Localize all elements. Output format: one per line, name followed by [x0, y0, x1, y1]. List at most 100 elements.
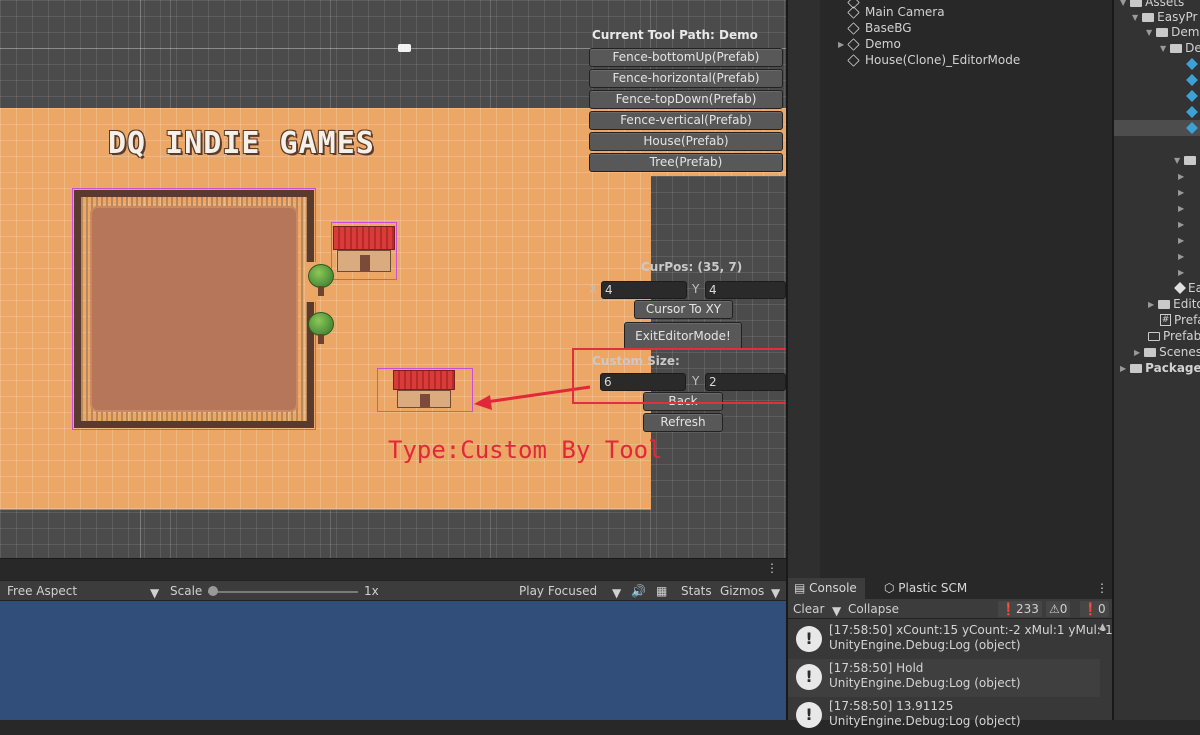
y-label: Y — [692, 282, 700, 296]
warning-count: 0 — [1059, 602, 1068, 616]
clear-button[interactable]: Clear — [793, 602, 824, 616]
expand-arrow-icon[interactable]: ▼ — [1132, 13, 1138, 22]
keyboard-shortcuts-icon[interactable]: ▦ — [656, 584, 667, 598]
project-folder-prefab[interactable]: Prefab — [1148, 328, 1200, 344]
expand-arrow-icon[interactable]: ▶ — [1178, 236, 1184, 245]
expand-arrow-icon[interactable]: ▶ — [1178, 204, 1184, 213]
mute-audio-icon[interactable]: 🔊 — [631, 584, 646, 598]
project-sprite-item[interactable]: ▶ — [1178, 264, 1188, 280]
project-folder-dem[interactable]: ▼ Dem — [1146, 24, 1199, 40]
project-script-prefa[interactable]: #Prefa — [1160, 312, 1200, 328]
project-sprite-item[interactable]: ▶ — [1178, 184, 1188, 200]
project-folder-de[interactable]: ▼ De — [1160, 40, 1200, 56]
hierarchy-item-basebg[interactable]: BaseBG — [847, 20, 912, 36]
tab-label: Plastic SCM — [898, 581, 968, 595]
project-sprite-item[interactable]: ▶ — [1178, 248, 1188, 264]
project-sprite-item[interactable]: ▶ — [1178, 200, 1188, 216]
game-view[interactable] — [0, 601, 786, 720]
play-mode-arrow-icon[interactable]: ▼ — [612, 586, 621, 600]
folder-icon — [1144, 347, 1157, 357]
exit-editor-mode-button[interactable]: ExitEditorMode! — [624, 322, 742, 350]
console-panel: ▤ Console ⬡ Plastic SCM ⋮ Clear ▼ Collap… — [786, 578, 1114, 728]
warning-count-badge[interactable]: ⚠0 — [1046, 601, 1071, 617]
play-mode-dropdown[interactable]: Play Focused — [519, 584, 597, 598]
prefab-button-tree[interactable]: Tree(Prefab) — [589, 153, 783, 172]
prefab-button-fence-vertical[interactable]: Fence-vertical(Prefab) — [589, 111, 783, 130]
log-entry[interactable]: ! [17:58:50] 13.91125 UnityEngine.Debug:L… — [788, 697, 1100, 735]
info-icon: ❗ — [1001, 602, 1016, 616]
expand-arrow-icon[interactable]: ▶ — [1178, 220, 1184, 229]
prefab-icon — [1186, 106, 1198, 118]
project-folder-scenes[interactable]: ▶ Scenes — [1134, 344, 1200, 360]
log-source: UnityEngine.Debug:Log (object) — [829, 714, 1021, 728]
tab-console[interactable]: ▤ Console — [788, 578, 865, 599]
scroll-up-arrow-icon[interactable]: ▲ — [1099, 622, 1106, 632]
scale-slider-track[interactable] — [208, 591, 358, 593]
project-prefab-item[interactable] — [1186, 56, 1200, 72]
project-prefab-item[interactable] — [1186, 104, 1200, 120]
aspect-dropdown[interactable]: Free Aspect — [7, 584, 77, 598]
project-panel: ▼ Assets ▼ EasyPr ▼ Dem ▼ De ▼Pi ▶ ▶ ▶ ▶ ▶ ▶… — [1112, 0, 1200, 720]
stats-button[interactable]: Stats — [681, 584, 712, 598]
expand-arrow-icon[interactable]: ▶ — [1178, 172, 1184, 181]
tool-path-title: Current Tool Path: Demo — [592, 28, 758, 42]
expand-arrow-icon[interactable]: ▼ — [1160, 44, 1166, 53]
prefab-button-fence-bottomup[interactable]: Fence-bottomUp(Prefab) — [589, 48, 783, 67]
gizmos-arrow-icon[interactable]: ▼ — [771, 586, 780, 600]
aspect-dropdown-arrow-icon[interactable]: ▼ — [150, 586, 159, 600]
log-message: [17:58:50] xCount:15 yCount:-2 xMul:1 yM… — [829, 623, 1113, 637]
hierarchy-item-demo[interactable]: ▶ Demo — [838, 36, 901, 52]
gizmos-button[interactable]: Gizmos — [720, 584, 764, 598]
folder-label: Scenes — [1159, 345, 1200, 359]
expand-arrow-icon[interactable]: ▼ — [1120, 0, 1126, 7]
project-sprite-item[interactable]: ▶ — [1178, 232, 1188, 248]
cursor-x-input[interactable]: 4 — [601, 281, 687, 299]
scale-value: 1x — [364, 584, 379, 598]
log-count-badge[interactable]: ❗233 — [998, 601, 1042, 617]
x-label: X — [589, 282, 598, 296]
project-asset-ea[interactable]: Ea — [1174, 280, 1200, 296]
project-folder-easypr[interactable]: ▼ EasyPr — [1132, 9, 1197, 25]
expand-arrow-icon[interactable]: ▶ — [838, 40, 844, 49]
tab-plastic-scm[interactable]: ⬡ Plastic SCM — [884, 581, 967, 595]
prefab-button-fence-topdown[interactable]: Fence-topDown(Prefab) — [589, 90, 783, 109]
expand-arrow-icon[interactable]: ▶ — [1178, 252, 1184, 261]
project-sprite-item[interactable]: ▶ — [1178, 216, 1188, 232]
expand-arrow-icon[interactable]: ▼ — [1146, 28, 1152, 37]
expand-arrow-icon[interactable]: ▶ — [1178, 268, 1184, 277]
refresh-button[interactable]: Refresh — [643, 413, 723, 432]
log-text: [17:58:50] xCount:15 yCount:-2 xMul:1 yM… — [829, 623, 1113, 653]
more-options-icon[interactable]: ⋮ — [766, 561, 778, 575]
log-source: UnityEngine.Debug:Log (object) — [829, 638, 1021, 652]
prefab-button-house[interactable]: House(Prefab) — [589, 132, 783, 151]
error-icon: ❗ — [1083, 602, 1098, 616]
expand-arrow-icon[interactable]: ▼ — [1174, 156, 1180, 165]
cursor-to-xy-button[interactable]: Cursor To XY — [634, 300, 733, 319]
expand-arrow-icon[interactable]: ▶ — [1178, 188, 1184, 197]
expand-arrow-icon[interactable]: ▶ — [1120, 364, 1126, 373]
project-sprite-item[interactable]: ▶ — [1178, 168, 1188, 184]
project-prefab-item[interactable] — [1186, 120, 1200, 136]
scene-view[interactable]: DQ INDIE GAMES Type:Custom By Tool Curre… — [0, 0, 786, 558]
error-count-badge[interactable]: ❗0 — [1080, 601, 1109, 617]
info-icon: ! — [796, 664, 822, 690]
cursor-y-input[interactable]: 4 — [705, 281, 786, 299]
expand-arrow-icon[interactable]: ▶ — [1148, 300, 1154, 309]
hierarchy-item-main-camera[interactable]: Main Camera — [847, 4, 945, 20]
scale-slider-handle[interactable] — [208, 586, 218, 596]
clear-options-arrow-icon[interactable]: ▼ — [832, 604, 841, 618]
collapse-button[interactable]: Collapse — [848, 602, 899, 616]
log-entry[interactable]: ! [17:58:50] Hold UnityEngine.Debug:Log (… — [788, 659, 1100, 697]
project-folder-packages[interactable]: ▶ Package — [1120, 360, 1200, 376]
prefab-button-fence-horizontal[interactable]: Fence-horizontal(Prefab) — [589, 69, 783, 88]
project-prefab-item[interactable] — [1186, 88, 1200, 104]
folder-icon — [1130, 0, 1143, 7]
project-folder-editor[interactable]: ▶ Edito — [1148, 296, 1200, 312]
console-menu-icon[interactable]: ⋮ — [1096, 581, 1108, 595]
log-entry[interactable]: ! [17:58:50] xCount:15 yCount:-2 xMul:1 … — [788, 621, 1113, 659]
project-folder-pi[interactable]: ▼Pi — [1174, 152, 1200, 168]
asset-icon — [1174, 282, 1186, 294]
project-prefab-item[interactable] — [1186, 72, 1200, 88]
hierarchy-item-house-clone[interactable]: House(Clone)_EditorMode — [847, 52, 1020, 68]
expand-arrow-icon[interactable]: ▶ — [1134, 348, 1140, 357]
